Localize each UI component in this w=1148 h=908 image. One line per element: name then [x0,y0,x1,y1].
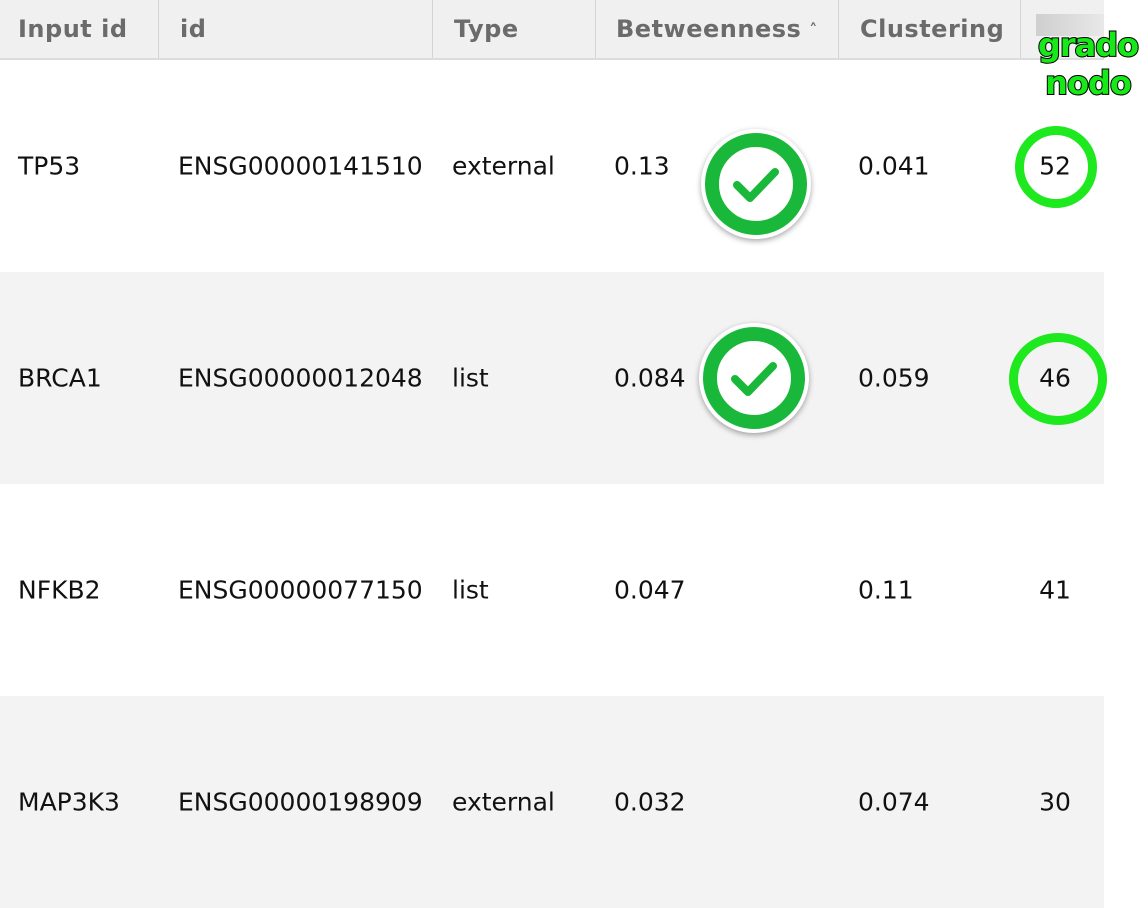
column-divider [838,0,839,58]
cell-type: external [452,787,555,817]
column-divider [595,0,596,58]
column-divider [158,0,159,58]
cell-input-id: MAP3K3 [18,787,120,817]
column-divider [1020,0,1021,58]
annotation-label: grado nodo [1032,25,1144,103]
cell-type: external [452,151,555,181]
chevron-up-icon: ˄ [809,20,818,39]
column-header-clustering[interactable]: Clustering [860,0,1004,58]
cell-betweenness: 0.084 [614,363,686,393]
cell-degree: 30 [1039,787,1071,817]
check-circle-icon [699,323,809,433]
annotation-label-line2: nodo [1044,63,1133,103]
cell-type: list [452,575,489,605]
column-header-input-id[interactable]: Input id [18,0,128,58]
highlight-ring-icon [1009,333,1107,425]
cell-clustering: 0.11 [858,575,914,605]
cell-clustering: 0.041 [858,151,930,181]
table-row[interactable]: BRCA1 ENSG00000012048 list 0.084 0.059 4… [0,272,1104,484]
cell-input-id: NFKB2 [18,575,101,605]
column-header-betweenness-label: Betweenness [616,15,802,43]
table-row[interactable]: TP53 ENSG00000141510 external 0.13 0.041… [0,60,1104,272]
cell-clustering: 0.074 [858,787,930,817]
cell-input-id: BRCA1 [18,363,102,393]
data-table: Input id id Type Betweenness ˄ Clustering… [0,0,1104,908]
table-row[interactable]: MAP3K3 ENSG00000198909 external 0.032 0.… [0,696,1104,908]
cell-input-id: TP53 [18,151,81,181]
table-row[interactable]: NFKB2 ENSG00000077150 list 0.047 0.11 41 [0,484,1104,696]
cell-id: ENSG00000141510 [178,151,423,181]
cell-clustering: 0.059 [858,363,930,393]
cell-betweenness: 0.13 [614,151,670,181]
cell-type: list [452,363,489,393]
cell-id: ENSG00000198909 [178,787,423,817]
column-header-id[interactable]: id [180,0,206,58]
cell-degree: 41 [1039,575,1071,605]
highlight-ring-icon [1015,126,1097,208]
annotation-label-line1: grado [1037,25,1140,65]
cell-id: ENSG00000077150 [178,575,423,605]
column-divider [432,0,433,58]
column-header-betweenness[interactable]: Betweenness ˄ [616,0,818,58]
table-header: Input id id Type Betweenness ˄ Clustering [0,0,1104,60]
check-circle-icon [701,129,811,239]
column-header-type[interactable]: Type [454,0,519,58]
cell-id: ENSG00000012048 [178,363,423,393]
cell-betweenness: 0.032 [614,787,686,817]
cell-betweenness: 0.047 [614,575,686,605]
